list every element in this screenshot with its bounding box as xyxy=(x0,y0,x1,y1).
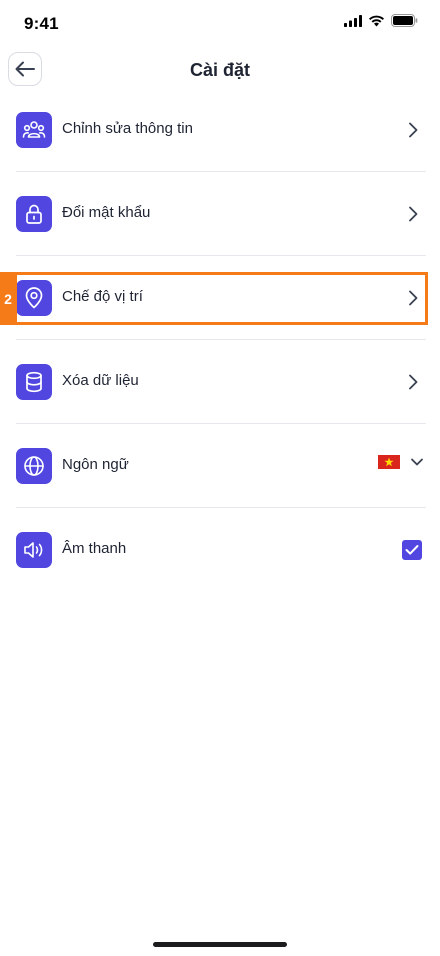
settings-item-label: Chế độ vị trí xyxy=(62,288,143,305)
location-pin-icon xyxy=(16,280,52,316)
speaker-icon xyxy=(16,532,52,568)
chevron-right-icon xyxy=(404,288,422,308)
vietnam-flag-icon xyxy=(378,455,400,469)
database-icon xyxy=(16,364,52,400)
battery-icon xyxy=(391,14,418,27)
lock-icon xyxy=(16,196,52,232)
chevron-down-icon xyxy=(411,458,423,466)
users-icon xyxy=(16,112,52,148)
settings-item-clear-data[interactable]: Xóa dữ liệu xyxy=(16,340,426,424)
settings-item-edit-info[interactable]: Chỉnh sửa thông tin xyxy=(16,88,426,172)
page-title: Cài đặt xyxy=(189,60,250,80)
language-selector[interactable] xyxy=(378,455,424,469)
chevron-right-icon xyxy=(404,372,422,392)
chevron-right-icon xyxy=(404,120,422,140)
status-time: 9:41 xyxy=(24,14,59,33)
settings-list: Chỉnh sửa thông tin Đổi mật khẩu Chế độ … xyxy=(0,88,440,592)
settings-item-label: Chỉnh sửa thông tin xyxy=(62,120,193,137)
globe-icon xyxy=(16,448,52,484)
settings-item-label: Đổi mật khẩu xyxy=(62,204,151,221)
chevron-right-icon xyxy=(404,204,422,224)
settings-item-sound[interactable]: Âm thanh xyxy=(16,508,426,592)
sound-checkbox[interactable] xyxy=(402,540,422,560)
settings-item-language[interactable]: Ngôn ngữ xyxy=(16,424,426,508)
status-icons xyxy=(344,14,418,27)
check-icon xyxy=(405,545,419,555)
cellular-signal-icon xyxy=(344,14,362,27)
settings-item-label: Âm thanh xyxy=(62,540,127,557)
wifi-icon xyxy=(369,15,384,26)
home-indicator xyxy=(153,942,287,947)
highlight-tag: 2 xyxy=(0,272,16,325)
settings-item-location-mode[interactable]: Chế độ vị trí xyxy=(16,256,426,340)
settings-item-label: Ngôn ngữ xyxy=(62,456,129,473)
settings-item-label: Xóa dữ liệu xyxy=(62,372,139,389)
status-bar: 9:41 xyxy=(0,0,440,46)
settings-item-change-password[interactable]: Đổi mật khẩu xyxy=(16,172,426,256)
